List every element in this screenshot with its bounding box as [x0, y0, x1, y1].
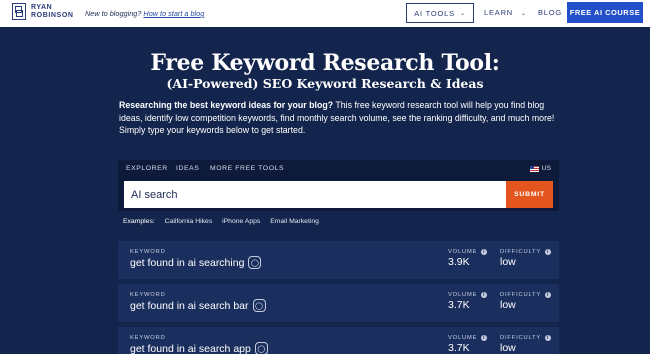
- brand-logo[interactable]: RYAN ROBINSON: [12, 3, 74, 20]
- volume-label: VOLUME i: [448, 335, 488, 341]
- keyword-cell: get found in ai search app ◯: [130, 342, 268, 354]
- page-title: Free Keyword Research Tool:: [150, 50, 500, 76]
- intro-text: Researching the best keyword ideas for y…: [119, 99, 559, 137]
- difficulty-label: DIFFICULTY i: [500, 249, 552, 255]
- brand-line-1: RYAN: [31, 3, 53, 11]
- tab-more-free-tools[interactable]: MORE FREE TOOLS: [210, 165, 284, 172]
- nav-blog[interactable]: BLOG: [538, 8, 562, 17]
- start-blog-link[interactable]: How to start a blog: [143, 9, 204, 18]
- example-iphone-apps[interactable]: iPhone Apps: [222, 218, 260, 225]
- example-email-marketing[interactable]: Email Marketing: [270, 218, 319, 225]
- info-icon[interactable]: i: [545, 335, 552, 341]
- info-icon[interactable]: i: [481, 292, 488, 298]
- difficulty-value: low: [500, 299, 516, 311]
- volume-label-text: VOLUME: [448, 335, 478, 341]
- difficulty-label: DIFFICULTY i: [500, 335, 552, 341]
- lightbulb-icon[interactable]: ◯: [252, 299, 266, 312]
- nav-ai-tools-label: AI TOOLS: [414, 8, 455, 18]
- volume-label-text: VOLUME: [448, 249, 478, 255]
- info-icon[interactable]: i: [545, 292, 552, 298]
- lightbulb-icon[interactable]: ◯: [254, 342, 268, 354]
- keyword-label: KEYWORD: [130, 292, 166, 298]
- volume-label: VOLUME i: [448, 249, 488, 255]
- volume-label-text: VOLUME: [448, 292, 478, 298]
- volume-value: 3.7K: [448, 299, 470, 311]
- difficulty-label-text: DIFFICULTY: [500, 335, 542, 341]
- keyword-cell: get found in ai searching ◯: [130, 256, 262, 269]
- page-subtitle: (AI-Powered) SEO Keyword Research & Idea…: [166, 76, 484, 91]
- examples-label: Examples:: [123, 218, 155, 225]
- nav-ai-tools[interactable]: AI TOOLS ⌄: [406, 3, 474, 23]
- nav-learn[interactable]: LEARN ⌄: [484, 8, 527, 17]
- brand-name: RYAN ROBINSON: [31, 4, 74, 20]
- result-row[interactable]: KEYWORD get found in ai searching ◯ VOLU…: [118, 241, 559, 279]
- result-row[interactable]: KEYWORD get found in ai search bar ◯ VOL…: [118, 284, 559, 322]
- tab-explorer[interactable]: EXPLORER: [126, 165, 168, 172]
- nav-learn-label: LEARN: [484, 8, 514, 17]
- tab-ideas[interactable]: IDEAS: [176, 165, 199, 172]
- region-label: US: [541, 165, 551, 172]
- chevron-down-icon: ⌄: [520, 11, 527, 17]
- volume-value: 3.9K: [448, 256, 470, 268]
- keyword-label: KEYWORD: [130, 249, 166, 255]
- lightbulb-icon[interactable]: ◯: [248, 256, 262, 269]
- example-california-hikes[interactable]: California Hikes: [165, 218, 213, 225]
- info-icon[interactable]: i: [481, 335, 488, 341]
- chevron-down-icon: ⌄: [459, 10, 466, 17]
- us-flag-icon: [529, 165, 539, 172]
- keyword-tool-panel: EXPLORER IDEAS MORE FREE TOOLS US SUBMIT: [118, 160, 559, 211]
- keyword-search-input[interactable]: [124, 181, 506, 208]
- tagline-text: New to blogging?: [85, 9, 142, 18]
- keyword-label: KEYWORD: [130, 335, 166, 341]
- info-icon[interactable]: i: [545, 249, 552, 255]
- difficulty-label-text: DIFFICULTY: [500, 249, 542, 255]
- keyword-text: get found in ai searching: [130, 256, 245, 269]
- result-row[interactable]: KEYWORD get found in ai search app ◯ VOL…: [118, 327, 559, 354]
- difficulty-label-text: DIFFICULTY: [500, 292, 542, 298]
- difficulty-label: DIFFICULTY i: [500, 292, 552, 298]
- examples: Examples: California Hikes iPhone Apps E…: [123, 218, 327, 225]
- keyword-text: get found in ai search bar: [130, 299, 249, 312]
- brand-line-2: ROBINSON: [31, 11, 74, 19]
- volume-value: 3.7K: [448, 342, 470, 354]
- free-ai-course-button[interactable]: FREE AI COURSE: [567, 2, 643, 23]
- tagline: New to blogging? How to start a blog: [85, 9, 204, 18]
- region-selector[interactable]: US: [529, 165, 551, 172]
- difficulty-value: low: [500, 256, 516, 268]
- top-navigation: RYAN ROBINSON New to blogging? How to st…: [0, 0, 650, 27]
- volume-label: VOLUME i: [448, 292, 488, 298]
- keyword-text: get found in ai search app: [130, 342, 251, 354]
- difficulty-value: low: [500, 342, 516, 354]
- submit-button[interactable]: SUBMIT: [506, 181, 553, 208]
- info-icon[interactable]: i: [481, 249, 488, 255]
- logo-icon: [12, 3, 26, 20]
- keyword-cell: get found in ai search bar ◯: [130, 299, 266, 312]
- intro-bold: Researching the best keyword ideas for y…: [119, 100, 334, 110]
- tool-tabs: EXPLORER IDEAS MORE FREE TOOLS US: [118, 160, 559, 177]
